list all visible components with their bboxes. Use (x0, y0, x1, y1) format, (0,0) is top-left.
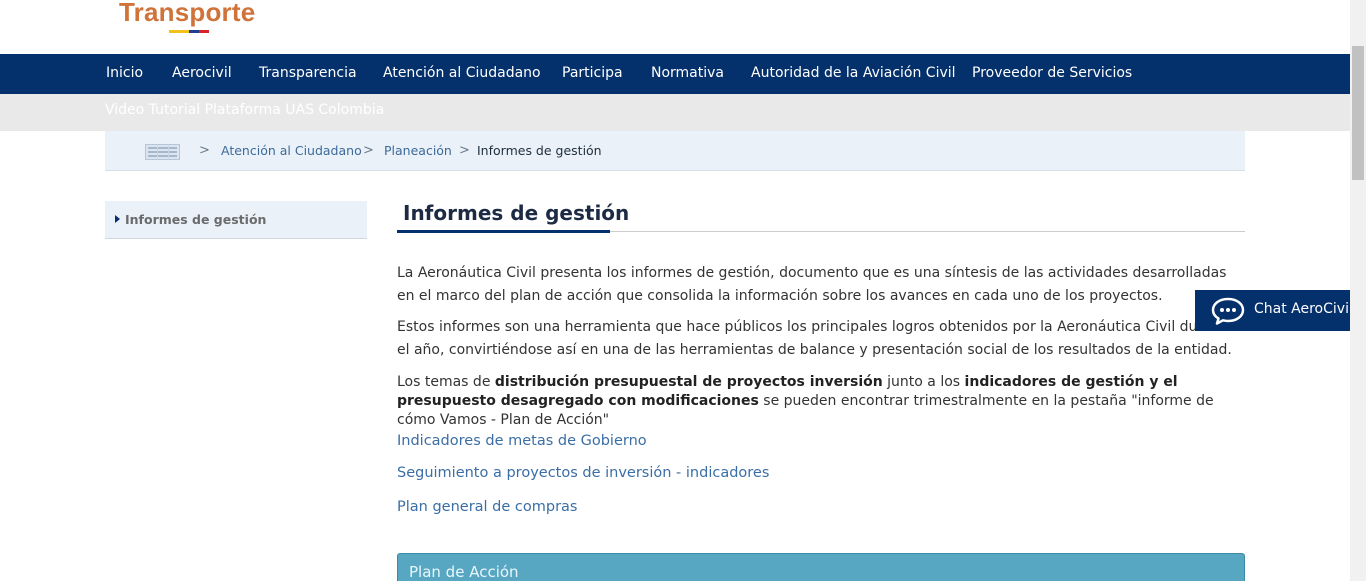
flag-stripe (169, 30, 209, 33)
topics-paragraph: Los temas de distribución presupuestal d… (397, 374, 1214, 428)
flag-red (199, 30, 209, 33)
page-scrollbar[interactable] (1350, 0, 1366, 581)
intro-paragraph: La Aeronáutica Civil presenta los inform… (397, 265, 1227, 304)
secondary-nav: Video Tutorial Plataforma UAS Colombia (0, 94, 1350, 131)
breadcrumb-planeacion[interactable]: Planeación (384, 143, 452, 158)
chat-bubble-icon (1211, 297, 1245, 325)
nav-item-transparencia[interactable]: Transparencia (259, 65, 357, 81)
nav-item-proveedor-servicios[interactable]: Proveedor de Servicios (972, 65, 1132, 81)
sidebar-item-label: Informes de gestión (125, 212, 267, 227)
nav-item-atencion-ciudadano[interactable]: Atención al Ciudadano (383, 65, 541, 81)
accordion-plan-de-accion[interactable]: Plan de Acción (397, 553, 1245, 581)
breadcrumb-separator: > (363, 143, 374, 158)
link-seguimiento-proyectos-inversion[interactable]: Seguimiento a proyectos de inversión - i… (397, 465, 769, 481)
chat-aerocivil-button[interactable]: Chat AeroCivil (1195, 290, 1365, 331)
link-indicadores-metas-gobierno[interactable]: Indicadores de metas de Gobierno (397, 433, 647, 449)
home-icon[interactable] (145, 144, 180, 160)
header: Transporte (0, 0, 1350, 54)
page-title: Informes de gestión (403, 201, 630, 225)
nav-item-autoridad-aviacion-civil[interactable]: Autoridad de la Aviación Civil (751, 65, 956, 81)
nav-item-inicio[interactable]: Inicio (106, 65, 143, 81)
nav-item-aerocivil[interactable]: Aerocivil (172, 65, 232, 81)
breadcrumb-current: Informes de gestión (477, 143, 602, 158)
breadcrumb-atencion-ciudadano[interactable]: Atención al Ciudadano (221, 143, 362, 158)
flag-blue (189, 30, 199, 33)
flag-yellow (169, 30, 189, 33)
reports-paragraph: Estos informes son una herramienta que h… (397, 319, 1235, 358)
breadcrumb: > Atención al Ciudadano > Planeación > I… (105, 131, 1245, 171)
bold-budget-distribution: distribución presupuestal de proyectos i… (494, 374, 883, 390)
nav-item-participa[interactable]: Participa (562, 65, 623, 81)
link-plan-general-compras[interactable]: Plan general de compras (397, 499, 578, 515)
nav-item-normativa[interactable]: Normativa (651, 65, 724, 81)
breadcrumb-separator: > (459, 143, 470, 158)
caret-right-icon (115, 215, 120, 223)
main-nav: Inicio Aerocivil Transparencia Atención … (0, 54, 1350, 94)
sidebar-item-informes-gestion[interactable]: Informes de gestión (105, 201, 367, 239)
breadcrumb-separator: > (199, 143, 210, 158)
chat-label: Chat AeroCivil (1254, 301, 1353, 317)
accordion-label: Plan de Acción (409, 563, 519, 581)
logo[interactable]: Transporte (119, 0, 255, 28)
scrollbar-thumb[interactable] (1352, 46, 1364, 180)
title-underline (397, 230, 610, 233)
video-tutorial-link[interactable]: Video Tutorial Plataforma UAS Colombia (105, 102, 384, 118)
